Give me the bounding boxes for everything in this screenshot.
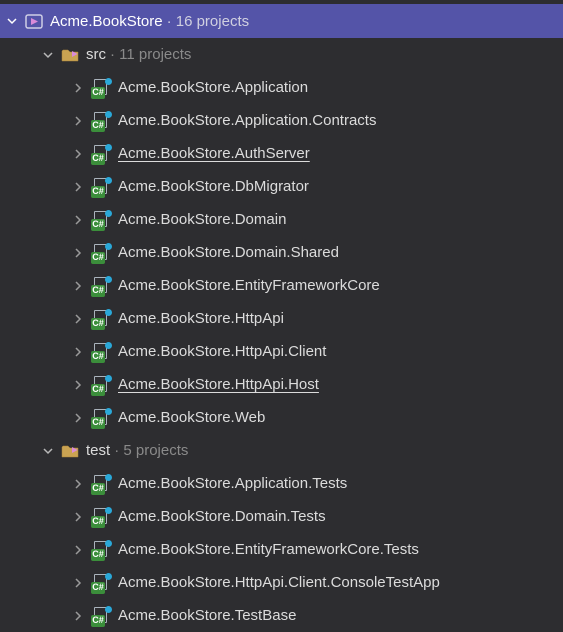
chevron-down-icon[interactable] (4, 13, 20, 29)
chevron-right-icon[interactable] (70, 245, 86, 261)
chevron-right-icon[interactable] (70, 608, 86, 624)
project-row[interactable]: C# Acme.BookStore.DbMigrator (0, 170, 563, 203)
solution-name: Acme.BookStore (50, 13, 163, 30)
solution-icon (24, 11, 44, 31)
csproj-icon: C# (90, 177, 112, 197)
project-name: Acme.BookStore.Application (118, 79, 308, 96)
chevron-right-icon[interactable] (70, 476, 86, 492)
folder-row-src[interactable]: src · 11 projects (0, 38, 563, 71)
folder-icon (60, 45, 80, 65)
chevron-right-icon[interactable] (70, 377, 86, 393)
csproj-icon: C# (90, 210, 112, 230)
csproj-icon: C# (90, 144, 112, 164)
project-row[interactable]: C# Acme.BookStore.Application (0, 71, 563, 104)
folder-name: test (86, 442, 110, 459)
project-row[interactable]: C# Acme.BookStore.Domain (0, 203, 563, 236)
csproj-icon: C# (90, 573, 112, 593)
solution-explorer: Acme.BookStore · 16 projects src · 11 pr… (0, 0, 563, 632)
project-row[interactable]: C# Acme.BookStore.EntityFrameworkCore.Te… (0, 533, 563, 566)
chevron-right-icon[interactable] (70, 80, 86, 96)
project-row[interactable]: C# Acme.BookStore.Domain.Tests (0, 500, 563, 533)
solution-count: · 16 projects (167, 13, 250, 30)
csproj-icon: C# (90, 111, 112, 131)
project-name: Acme.BookStore.HttpApi.Client (118, 343, 326, 360)
chevron-right-icon[interactable] (70, 344, 86, 360)
project-row[interactable]: C# Acme.BookStore.EntityFrameworkCore (0, 269, 563, 302)
project-name: Acme.BookStore.EntityFrameworkCore.Tests (118, 541, 419, 558)
project-row[interactable]: C# Acme.BookStore.TestBase (0, 599, 563, 632)
project-name: Acme.BookStore.HttpApi.Host (118, 376, 319, 393)
project-name: Acme.BookStore.AuthServer (118, 145, 310, 162)
chevron-right-icon[interactable] (70, 311, 86, 327)
chevron-down-icon[interactable] (40, 443, 56, 459)
project-row[interactable]: C# Acme.BookStore.HttpApi.Host (0, 368, 563, 401)
project-name: Acme.BookStore.Application.Contracts (118, 112, 376, 129)
solution-row[interactable]: Acme.BookStore · 16 projects (0, 4, 563, 38)
folder-name: src (86, 46, 106, 63)
project-name: Acme.BookStore.TestBase (118, 607, 296, 624)
project-row[interactable]: C# Acme.BookStore.Application.Contracts (0, 104, 563, 137)
project-row[interactable]: C# Acme.BookStore.HttpApi.Client (0, 335, 563, 368)
csproj-icon: C# (90, 606, 112, 626)
chevron-right-icon[interactable] (70, 212, 86, 228)
csproj-icon: C# (90, 507, 112, 527)
csproj-icon: C# (90, 243, 112, 263)
project-row[interactable]: C# Acme.BookStore.HttpApi (0, 302, 563, 335)
chevron-right-icon[interactable] (70, 146, 86, 162)
project-name: Acme.BookStore.Domain.Shared (118, 244, 339, 261)
chevron-right-icon[interactable] (70, 410, 86, 426)
folder-count: · 11 projects (110, 46, 191, 63)
csproj-icon: C# (90, 408, 112, 428)
chevron-right-icon[interactable] (70, 575, 86, 591)
project-name: Acme.BookStore.Domain (118, 211, 286, 228)
chevron-right-icon[interactable] (70, 113, 86, 129)
csproj-icon: C# (90, 474, 112, 494)
project-name: Acme.BookStore.HttpApi (118, 310, 284, 327)
csproj-icon: C# (90, 540, 112, 560)
project-name: Acme.BookStore.DbMigrator (118, 178, 309, 195)
csproj-icon: C# (90, 78, 112, 98)
chevron-right-icon[interactable] (70, 278, 86, 294)
project-name: Acme.BookStore.Web (118, 409, 265, 426)
folder-row-test[interactable]: test · 5 projects (0, 434, 563, 467)
project-name: Acme.BookStore.HttpApi.Client.ConsoleTes… (118, 574, 440, 591)
project-row[interactable]: C# Acme.BookStore.Domain.Shared (0, 236, 563, 269)
csproj-icon: C# (90, 276, 112, 296)
chevron-right-icon[interactable] (70, 179, 86, 195)
project-name: Acme.BookStore.EntityFrameworkCore (118, 277, 380, 294)
project-name: Acme.BookStore.Domain.Tests (118, 508, 326, 525)
csproj-icon: C# (90, 375, 112, 395)
chevron-right-icon[interactable] (70, 542, 86, 558)
project-row[interactable]: C# Acme.BookStore.HttpApi.Client.Console… (0, 566, 563, 599)
csproj-icon: C# (90, 309, 112, 329)
folder-count: · 5 projects (114, 442, 188, 459)
chevron-down-icon[interactable] (40, 47, 56, 63)
project-row[interactable]: C# Acme.BookStore.Web (0, 401, 563, 434)
csproj-icon: C# (90, 342, 112, 362)
project-row[interactable]: C# Acme.BookStore.AuthServer (0, 137, 563, 170)
chevron-right-icon[interactable] (70, 509, 86, 525)
project-name: Acme.BookStore.Application.Tests (118, 475, 347, 492)
project-row[interactable]: C# Acme.BookStore.Application.Tests (0, 467, 563, 500)
folder-icon (60, 441, 80, 461)
